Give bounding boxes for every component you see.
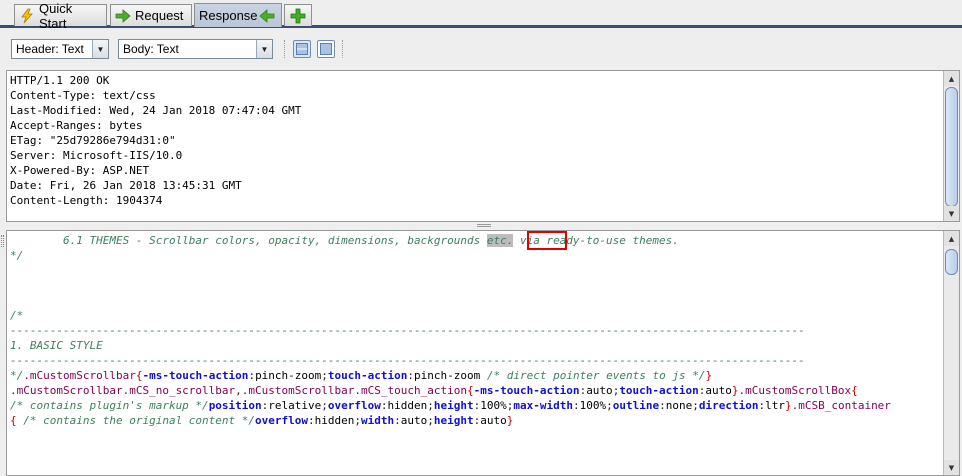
header-format-value: Header: Text bbox=[16, 42, 84, 56]
code-line: /* contains plugin's markup */position:r… bbox=[10, 399, 891, 412]
scroll-down-icon[interactable]: ▼ bbox=[944, 206, 959, 221]
header-line: Date: Fri, 26 Jan 2018 13:45:31 GMT bbox=[10, 179, 242, 192]
split-horizontal-button[interactable] bbox=[293, 40, 311, 58]
chevron-down-icon: ▼ bbox=[256, 40, 272, 58]
split-horizontal-icon bbox=[296, 43, 308, 55]
pane-splitter[interactable] bbox=[0, 222, 962, 230]
scroll-up-icon[interactable]: ▲ bbox=[944, 231, 959, 246]
tab-response[interactable]: Response bbox=[194, 3, 282, 27]
code-line: ----------------------------------------… bbox=[10, 354, 805, 367]
search-highlight: etc. bbox=[486, 234, 514, 247]
response-body-text[interactable]: 6.1 THEMES - Scrollbar colors, opacity, … bbox=[10, 233, 941, 475]
scrollbar-thumb[interactable] bbox=[945, 249, 958, 275]
chevron-down-icon: ▼ bbox=[92, 40, 108, 58]
header-line: Accept-Ranges: bytes bbox=[10, 119, 143, 132]
tab-label: Request bbox=[135, 8, 184, 23]
header-line: Server: Microsoft-IIS/10.0 bbox=[10, 149, 183, 162]
response-body-pane[interactable]: 6.1 THEMES - Scrollbar colors, opacity, … bbox=[6, 230, 960, 476]
split-vertical-button[interactable] bbox=[317, 40, 335, 58]
header-line: Content-Length: 1904374 bbox=[10, 194, 163, 207]
scroll-up-icon[interactable]: ▲ bbox=[944, 71, 959, 86]
scrollbar-thumb[interactable] bbox=[945, 87, 958, 207]
code-line: .mCustomScrollbar.mCS_no_scrollbar,.mCus… bbox=[10, 384, 858, 397]
header-format-dropdown[interactable]: Header: Text ▼ bbox=[11, 39, 109, 59]
tab-strip: Quick Start Request Response bbox=[0, 0, 962, 31]
tab-label: Quick Start bbox=[39, 0, 73, 31]
header-line: Last-Modified: Wed, 24 Jan 2018 07:47:04… bbox=[10, 104, 302, 117]
lightning-icon bbox=[19, 8, 35, 24]
edge-grip-icon bbox=[1, 235, 4, 247]
header-line: Content-Type: text/css bbox=[10, 89, 156, 102]
plus-icon bbox=[290, 8, 306, 24]
toolbar-separator bbox=[284, 40, 285, 58]
split-vertical-icon bbox=[320, 43, 332, 55]
code-line: */.mCustomScrollbar{-ms-touch-action:pin… bbox=[10, 369, 713, 382]
code-line: */ bbox=[10, 249, 24, 262]
arrow-left-icon bbox=[258, 8, 275, 24]
code-line: 6.1 THEMES - Scrollbar colors, opacity, … bbox=[10, 234, 679, 247]
code-line: { /* contains the original content */ove… bbox=[10, 414, 514, 427]
code-line: ----------------------------------------… bbox=[10, 324, 805, 337]
code-line: /* bbox=[10, 309, 24, 322]
splitter-grip-icon[interactable] bbox=[477, 224, 491, 227]
tab-request[interactable]: Request bbox=[110, 4, 192, 26]
headers-scrollbar[interactable]: ▲ ▼ bbox=[943, 71, 959, 221]
body-scrollbar[interactable]: ▲ ▼ bbox=[943, 231, 959, 475]
response-headers-text[interactable]: HTTP/1.1 200 OK Content-Type: text/css Las… bbox=[10, 73, 941, 221]
tab-label: Response bbox=[199, 8, 258, 23]
add-tab-button[interactable] bbox=[284, 4, 312, 26]
header-line: X-Powered-By: ASP.NET bbox=[10, 164, 150, 177]
code-line: 1. BASIC STYLE bbox=[10, 339, 103, 352]
header-line: HTTP/1.1 200 OK bbox=[10, 74, 110, 87]
body-format-value: Body: Text bbox=[123, 42, 179, 56]
response-headers-pane[interactable]: HTTP/1.1 200 OK Content-Type: text/css Las… bbox=[6, 70, 960, 222]
response-toolbar: Header: Text ▼ Body: Text ▼ bbox=[0, 28, 962, 70]
header-line: ETag: "25d79286e794d31:0" bbox=[10, 134, 176, 147]
body-format-dropdown[interactable]: Body: Text ▼ bbox=[118, 39, 273, 59]
arrow-right-icon bbox=[115, 8, 131, 24]
toolbar-separator bbox=[342, 40, 343, 58]
tab-quick-start[interactable]: Quick Start bbox=[14, 1, 107, 31]
scroll-down-icon[interactable]: ▼ bbox=[944, 460, 959, 475]
